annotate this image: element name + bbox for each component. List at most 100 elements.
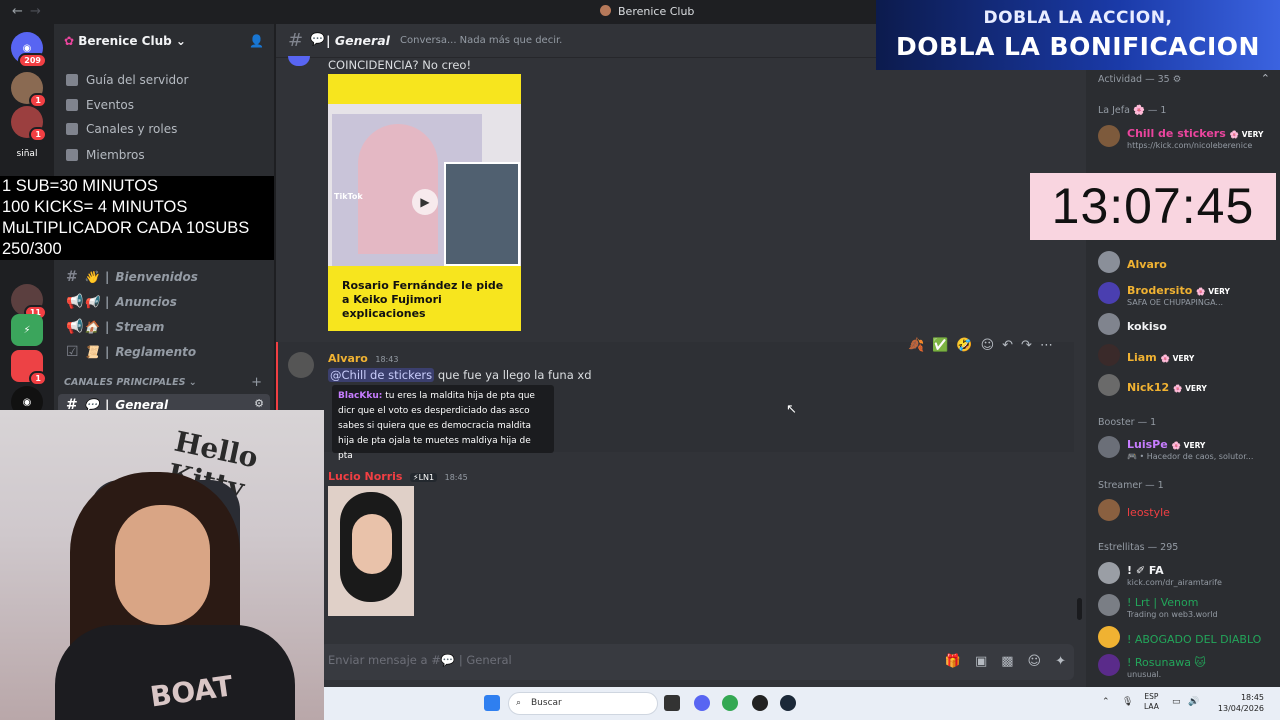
list-icon <box>66 123 78 135</box>
input-icons: 🎁 ▣ ▩ ☺ ✦ <box>945 654 1066 669</box>
collapse-icon[interactable]: ⌃ <box>1261 72 1270 85</box>
guild-icon[interactable]: 11 <box>11 284 47 320</box>
image-attachment[interactable] <box>328 486 414 616</box>
tray-chevron-icon[interactable]: ⌃ <box>1102 697 1110 707</box>
menu-guide[interactable]: Guía del servidor <box>66 73 188 87</box>
channel-name: | General <box>326 33 390 48</box>
guild-icon[interactable]: 1 <box>11 106 47 142</box>
menu-channels-roles[interactable]: Canales y roles <box>66 122 177 136</box>
message-header: Lucio Norris ⚡LN1 18:45 <box>328 470 468 483</box>
menu-events[interactable]: Eventos <box>66 98 134 112</box>
message-text: COINCIDENCIA? No creo! <box>328 58 472 72</box>
avatar <box>1098 654 1120 676</box>
promo-banner: DOBLA LA ACCION, DOBLA LA BONIFICACION <box>876 0 1280 70</box>
guild-icon[interactable]: ⚡ <box>11 314 43 346</box>
member-item[interactable]: ! Rosunawa 🐱 unusual. <box>1098 653 1274 679</box>
quote-author: BlacKku: <box>338 391 383 401</box>
chrome-taskbar-icon[interactable] <box>722 695 738 711</box>
section-booster: Booster — 1 <box>1098 417 1157 428</box>
member-list: Actividad — 35 ⚙ ⌃ La Jefa 🌸 — 1 Chill d… <box>1086 70 1280 687</box>
back-icon[interactable]: ← <box>12 4 23 19</box>
menu-members[interactable]: Miembros <box>66 148 145 162</box>
member-item[interactable]: LuisPe 🌸 VERY 🎮 • Hacedor de caos, solutor… <box>1098 435 1274 461</box>
add-reaction-icon[interactable]: ☺ <box>981 338 995 353</box>
scrollbar[interactable] <box>1077 598 1082 620</box>
promo-line-1: DOBLA LA ACCION, <box>983 8 1173 28</box>
guild-icon[interactable]: 1 <box>11 350 47 386</box>
user-badge: ⚡LN1 <box>409 473 438 482</box>
reaction-icon[interactable]: 🍂 <box>908 338 924 353</box>
discord-home-icon[interactable]: ◉ 209 <box>11 32 47 68</box>
section-estrellitas: Estrellitas — 295 <box>1098 542 1179 553</box>
streamer-face <box>115 505 210 625</box>
gif-icon[interactable]: ▣ <box>975 654 987 669</box>
steam-taskbar-icon[interactable] <box>780 695 796 711</box>
obs-taskbar-icon[interactable] <box>752 695 768 711</box>
member-item[interactable]: Chill de stickers 🌸 VERY https://kick.com… <box>1098 124 1274 150</box>
member-item[interactable]: ! ABOGADO DEL DIABLO <box>1098 625 1274 649</box>
channel-anuncios[interactable]: 📢 📢 | Anuncios <box>66 294 177 310</box>
member-item[interactable]: Liam 🌸 VERY <box>1098 343 1274 367</box>
reply-icon[interactable]: ↶ <box>1002 338 1013 353</box>
message-input[interactable] <box>328 653 848 667</box>
more-icon[interactable]: ⋯ <box>1040 338 1053 353</box>
server-name[interactable]: ✿ Berenice Club ⌄ <box>64 34 186 48</box>
avatar[interactable] <box>288 56 310 66</box>
section-jefa: La Jefa 🌸 — 1 <box>1098 105 1167 116</box>
channel-topic: Conversa... Nada más que decir. <box>400 35 563 46</box>
video-inset <box>444 162 520 266</box>
server-icon <box>600 5 611 16</box>
gift-icon[interactable]: 🎁 <box>945 654 961 669</box>
play-icon[interactable]: ▶ <box>412 189 438 215</box>
guild-signal[interactable]: siñal <box>11 138 43 170</box>
mouse-cursor-icon: ↖ <box>786 402 797 417</box>
avatar[interactable] <box>288 352 314 378</box>
windows-taskbar: ⌕ Buscar ⌃ 🎙 ESP LAA ▭ 🔊 18:45 13/04/2026 <box>324 687 1280 720</box>
quoted-image[interactable]: BlacKku: tu eres la maldita hija de pta … <box>332 385 554 461</box>
check-reaction-icon[interactable]: ✅ <box>932 338 948 353</box>
sticker-icon[interactable]: ▩ <box>1001 654 1013 669</box>
apps-icon[interactable]: ✦ <box>1055 654 1066 669</box>
calendar-icon <box>66 99 78 111</box>
member-item[interactable]: kokiso <box>1098 312 1274 336</box>
channel-bienvenidos[interactable]: # 👋 | Bienvenidos <box>66 269 198 285</box>
add-member-icon[interactable]: 👤 <box>249 34 264 48</box>
start-menu-icon[interactable] <box>484 695 500 711</box>
forward-icon[interactable]: ↷ <box>1021 338 1032 353</box>
category-header[interactable]: CANALES PRINCIPALES ⌄ <box>64 377 197 388</box>
megaphone-icon: 📢 <box>66 294 84 310</box>
emoji-icon[interactable]: ☺ <box>1028 654 1042 669</box>
video-embed[interactable]: TikTok ▶ Rosario Fernández le pide a Kei… <box>328 74 521 331</box>
app-icon[interactable] <box>664 695 680 711</box>
channel-stream[interactable]: 📢 🏠 | Stream <box>66 319 164 335</box>
message-actions: 🍂 ✅ 🤣 ☺ ↶ ↷ ⋯ <box>908 338 1053 353</box>
discord-avatar-icon <box>1098 313 1120 335</box>
clock[interactable]: 18:45 13/04/2026 <box>1218 692 1264 714</box>
add-channel-icon[interactable]: + <box>251 375 262 390</box>
member-item[interactable]: Brodersito 🌸 VERY SAFA OE CHUPAPINGA... <box>1098 281 1274 307</box>
volume-icon[interactable]: 🔊 <box>1188 697 1199 707</box>
author-name[interactable]: Alvaro <box>328 352 368 365</box>
members-icon <box>66 149 78 161</box>
settings-icon[interactable]: ⚙ <box>254 397 264 410</box>
avatar <box>1098 125 1120 147</box>
member-item[interactable]: Nick12 🌸 VERY <box>1098 373 1274 397</box>
author-name[interactable]: Lucio Norris <box>328 470 402 483</box>
user-mention[interactable]: @Chill de stickers <box>328 368 435 382</box>
forward-icon[interactable]: → <box>30 4 41 19</box>
channel-reglamento[interactable]: ☑ 📜 | Reglamento <box>66 344 196 360</box>
avatar <box>1098 251 1120 273</box>
discord-taskbar-icon[interactable] <box>694 695 710 711</box>
member-item[interactable]: Alvaro <box>1098 250 1274 274</box>
mic-icon[interactable]: 🎙 <box>1122 697 1133 707</box>
guild-badge: 1 <box>29 93 47 108</box>
signpost-icon <box>66 74 78 86</box>
member-item[interactable]: ! ✐ FA kick.com/dr_airamtarife <box>1098 561 1274 587</box>
laugh-reaction-icon[interactable]: 🤣 <box>956 338 972 353</box>
taskbar-search[interactable]: ⌕ Buscar <box>508 692 658 715</box>
guild-icon[interactable]: 1 <box>11 72 47 108</box>
language-indicator[interactable]: ESP LAA <box>1144 692 1159 712</box>
network-icon[interactable]: ▭ <box>1172 697 1181 707</box>
member-item[interactable]: ! Lrt | Venom Trading on web3.world <box>1098 593 1274 619</box>
member-item[interactable]: leostyle <box>1098 498 1274 522</box>
